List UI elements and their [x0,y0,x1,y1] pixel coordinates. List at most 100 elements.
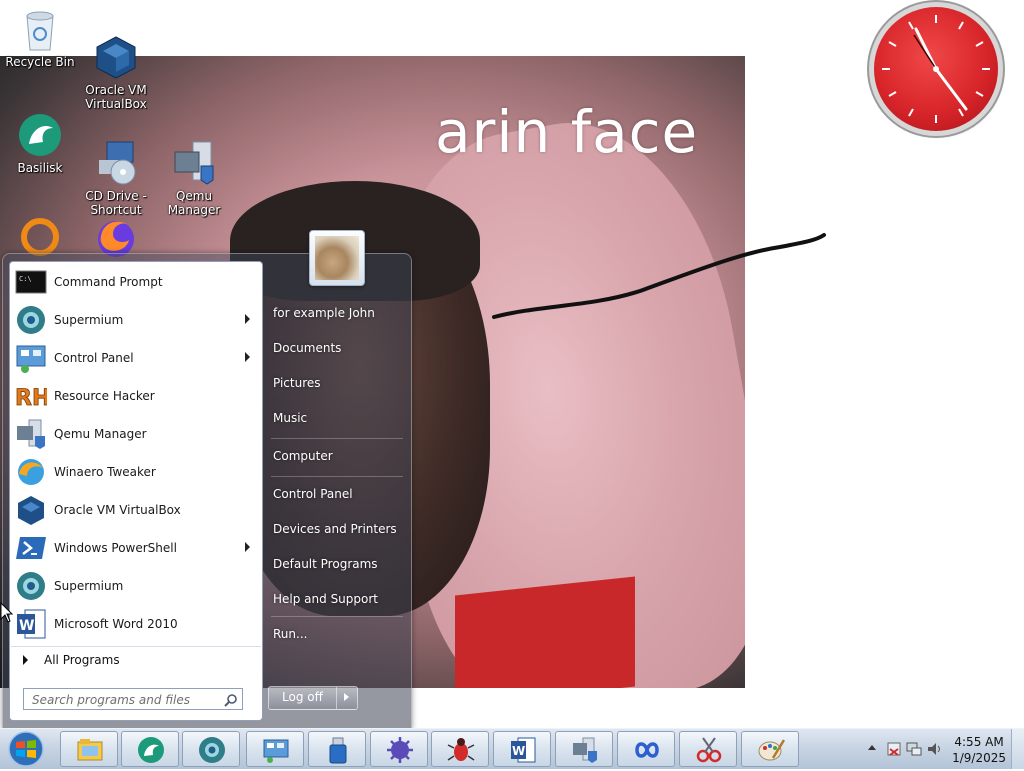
start-menu-item-label: Winaero Tweaker [54,465,156,479]
basilisk-icon [137,736,165,764]
virus-icon [386,736,414,764]
chevron-right-icon [344,693,349,701]
start-menu-programs-pane: C:\ Command Prompt Supermium Control Pan… [9,261,263,721]
desktop-icon-qemu-manager[interactable]: Qemu Manager [154,112,234,217]
show-hidden-icons-button[interactable] [868,745,876,750]
qemu-manager-icon [15,418,47,450]
explorer-icon [76,736,104,764]
taskbar-control-panel[interactable] [246,731,304,767]
resource-hacker-icon: RH [15,380,51,412]
all-programs-button[interactable]: All Programs [11,646,261,673]
link-help-and-support[interactable]: Help and Support [273,592,378,606]
start-menu-item-powershell[interactable]: Windows PowerShell [12,530,260,566]
desktop-icon-virtualbox[interactable]: Oracle VM VirtualBox [76,6,156,111]
taskbar-bug-app[interactable] [431,731,489,767]
mouse-pointer-icon [0,602,14,623]
user-avatar[interactable] [309,230,365,286]
start-menu-item-supermium-2[interactable]: Supermium [12,568,260,604]
menu-separator [271,438,403,439]
all-programs-label: All Programs [44,653,120,667]
taskbar-usb-drive[interactable] [308,731,366,767]
taskbar-basilisk[interactable] [121,731,179,767]
supermium-icon [198,736,226,764]
svg-text:W: W [19,618,34,634]
winaero-tweaker-icon [15,456,47,488]
taskbar-qemu-manager[interactable] [555,731,613,767]
start-menu-item-resource-hacker[interactable]: RH Resource Hacker [12,378,260,414]
desktop-icon-basilisk[interactable]: Basilisk [0,112,80,175]
start-menu-item-qemu-manager[interactable]: Qemu Manager [12,416,260,452]
start-menu-item-label: Command Prompt [54,275,163,289]
link-music[interactable]: Music [273,411,307,425]
clock-face-icon [882,15,990,123]
notification-area: 4:55 AM 1/9/2025 [844,729,1024,769]
usb-drive-icon [324,736,352,764]
desktop-icon-recycle-bin[interactable]: Recycle Bin [0,6,80,69]
taskbar-virus-app[interactable] [370,731,428,767]
link-run[interactable]: Run... [273,627,307,641]
link-pictures[interactable]: Pictures [273,376,321,390]
avatar-cat-picture [315,236,359,280]
start-menu-item-virtualbox[interactable]: Oracle VM VirtualBox [12,492,260,528]
taskbar-snipping-tool[interactable] [679,731,737,767]
powershell-icon [15,532,47,564]
taskbar-paint[interactable] [741,731,799,767]
action-center-icon[interactable] [886,741,902,760]
infinity-icon [633,736,661,764]
wallpaper-caption: arin face [435,98,699,166]
snipping-tool-icon [695,736,723,764]
control-panel-icon [15,342,47,374]
taskbar-explorer[interactable] [60,731,118,767]
desktop-icon-cd-drive[interactable]: CD Drive - Shortcut [76,112,156,217]
word-icon: W [509,736,537,764]
system-clock[interactable]: 4:55 AM 1/9/2025 [952,734,1006,766]
log-off-button[interactable]: Log off [268,686,358,710]
svg-text:C:\: C:\ [19,275,32,283]
start-menu-item-word[interactable]: W Microsoft Word 2010 [12,606,260,642]
search-placeholder: Search programs and files [32,693,190,707]
start-menu-item-label: Microsoft Word 2010 [54,617,178,631]
svg-text:RH: RH [15,386,47,411]
start-menu-item-winaero-tweaker[interactable]: Winaero Tweaker [12,454,260,490]
desktop-icon-label: Recycle Bin [5,55,75,69]
start-menu-item-supermium[interactable]: Supermium [12,302,260,338]
start-menu-item-label: Resource Hacker [54,389,155,403]
taskbar: W 4:55 AM 1/9/2025 [0,728,1024,769]
taskbar-word[interactable]: W [493,731,551,767]
start-menu-item-control-panel[interactable]: Control Panel [12,340,260,376]
network-icon[interactable] [906,741,922,760]
start-button[interactable] [3,730,49,768]
submenu-arrow-icon [245,542,250,552]
taskbar-supermium[interactable] [182,731,240,767]
start-menu-item-label: Oracle VM VirtualBox [54,503,181,517]
virtualbox-icon [93,20,139,79]
link-documents[interactable]: Documents [273,341,341,355]
desktop-icon-label: CD Drive - Shortcut [85,189,147,217]
show-desktop-button[interactable] [1011,729,1024,769]
desktop-icon-label: Basilisk [17,161,63,175]
desktop-icon-label: Qemu Manager [167,189,221,217]
drawn-line [492,233,826,319]
qemu-manager-icon [571,736,599,764]
start-menu-item-label: Windows PowerShell [54,541,177,555]
link-devices-and-printers[interactable]: Devices and Printers [273,522,397,536]
menu-separator [271,616,403,617]
submenu-arrow-icon [245,314,250,324]
start-menu-item-label: Control Panel [54,351,134,365]
clock-date: 1/9/2025 [952,751,1006,765]
link-computer[interactable]: Computer [273,449,333,463]
clock-gadget[interactable] [874,7,998,131]
link-control-panel[interactable]: Control Panel [273,487,353,501]
volume-icon[interactable] [926,741,942,760]
start-menu-item-command-prompt[interactable]: C:\ Command Prompt [12,264,260,300]
submenu-arrow-icon [245,352,250,362]
search-input[interactable]: Search programs and files [23,688,243,710]
taskbar-infinity-app[interactable] [617,731,675,767]
log-off-options-button[interactable] [336,687,357,709]
windows-logo-icon [8,731,44,767]
supermium-icon [15,570,47,602]
link-default-programs[interactable]: Default Programs [273,557,378,571]
paint-icon [757,736,786,764]
link-user-folder[interactable]: for example John [273,306,375,320]
wallpaper-shirt [455,576,635,688]
